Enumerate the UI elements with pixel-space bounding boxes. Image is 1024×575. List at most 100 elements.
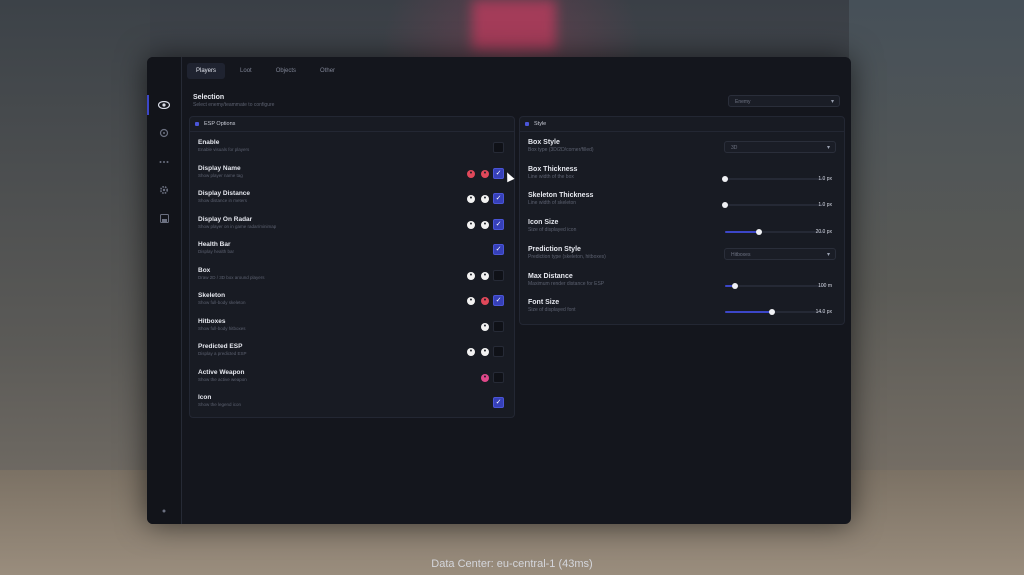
esp-option-checkbox[interactable] xyxy=(493,371,504,383)
data-center-status: Data Center: eu-central-1 (43ms) xyxy=(431,558,593,570)
style-title: Style xyxy=(534,121,547,127)
box-thickness-title: Box Thickness xyxy=(528,166,578,173)
selection-dropdown-value: Enemy xyxy=(735,99,751,105)
tab-other[interactable]: Other xyxy=(311,63,344,79)
esp-option-checkbox[interactable]: ✓ xyxy=(493,193,504,204)
color-palette-icon[interactable]: • xyxy=(481,373,489,382)
style-header: Style xyxy=(520,117,844,132)
color-palette-icon[interactable]: • xyxy=(467,271,475,280)
sidebar-active-indicator xyxy=(147,95,149,115)
selection-title: Selection xyxy=(193,94,225,101)
selection-header: Selection Select enemy/teammate to confi… xyxy=(193,94,274,108)
esp-option-row: Display On Radar Show player on in game r… xyxy=(198,216,506,240)
max-distance-slider[interactable] xyxy=(725,283,825,289)
esp-option-row: Hitboxes Show full-body hitboxes • xyxy=(198,318,506,342)
esp-option-row: Active Weapon Show the active weapon • xyxy=(198,369,506,393)
esp-options-title: ESP Options xyxy=(204,121,236,127)
color-palette-icon[interactable]: • xyxy=(481,169,489,178)
esp-options-header: ESP Options xyxy=(190,117,514,132)
sidebar xyxy=(147,57,182,524)
chevron-down-icon: ▾ xyxy=(830,99,834,105)
esp-option-checkbox[interactable] xyxy=(493,142,504,153)
esp-option-title: Skeleton xyxy=(198,292,226,299)
color-palette-icon[interactable]: • xyxy=(481,271,489,280)
prediction-style-row: Prediction Style Prediction type (skelet… xyxy=(528,246,836,272)
esp-option-subtitle: Show player on in game radar/minimap xyxy=(198,223,277,229)
style-panel: Style Box Style Box type (3D/2D/corner/f… xyxy=(519,116,845,325)
color-palette-icon[interactable]: • xyxy=(467,169,475,178)
selection-subtitle: Select enemy/teammate to configure xyxy=(193,102,275,108)
icon-size-row: Icon Size Size of displayed icon 20.0 px xyxy=(528,219,836,245)
esp-option-subtitle: Enable visuals for players xyxy=(198,147,250,152)
esp-option-subtitle: Show full-body skeleton xyxy=(198,300,246,305)
skeleton-thickness-slider[interactable] xyxy=(722,202,825,208)
background-sign xyxy=(472,0,556,50)
chevron-down-icon: ▾ xyxy=(826,252,830,258)
esp-option-checkbox[interactable] xyxy=(493,346,504,357)
color-palette-icon[interactable]: • xyxy=(481,220,489,229)
more-icon[interactable] xyxy=(155,153,173,171)
prediction-style-dropdown[interactable]: Hitboxes ▾ xyxy=(724,248,836,260)
esp-option-checkbox[interactable]: ✓ xyxy=(493,397,504,408)
box-style-value: 3D xyxy=(731,145,738,151)
max-distance-value: 100 m xyxy=(818,283,832,289)
color-palette-icon[interactable]: • xyxy=(481,297,489,305)
esp-option-subtitle: Show the legend icon xyxy=(198,402,242,407)
esp-options-panel: ESP Options Enable Enable visuals for pla… xyxy=(189,116,515,418)
color-palette-icon[interactable]: • xyxy=(481,348,489,356)
esp-option-title: Icon xyxy=(198,394,212,401)
esp-option-subtitle: Display health bar xyxy=(198,249,235,254)
font-size-title: Font Size xyxy=(528,299,560,306)
slider-knob[interactable] xyxy=(756,229,762,235)
esp-option-title: Display Name xyxy=(198,164,241,172)
tab-loot[interactable]: Loot xyxy=(231,63,261,79)
color-palette-icon[interactable]: • xyxy=(467,348,475,356)
icon-size-title: Icon Size xyxy=(528,219,559,226)
eye-icon[interactable] xyxy=(155,96,173,114)
tab-objects[interactable]: Objects xyxy=(267,63,305,79)
color-palette-icon[interactable]: • xyxy=(467,297,475,305)
esp-option-title: Hitboxes xyxy=(198,317,226,325)
slider-knob[interactable] xyxy=(722,176,728,182)
save-icon[interactable] xyxy=(155,209,173,227)
esp-option-checkbox[interactable]: ✓ xyxy=(493,295,504,306)
color-palette-icon[interactable]: • xyxy=(467,220,475,229)
max-distance-row: Max Distance Maximum render distance for… xyxy=(528,273,836,299)
esp-option-checkbox[interactable]: ✓ xyxy=(493,167,504,179)
esp-option-subtitle: Show distance in meters xyxy=(198,198,248,203)
box-thickness-slider[interactable] xyxy=(722,176,825,182)
font-size-slider[interactable] xyxy=(725,309,825,315)
esp-option-checkbox[interactable]: ✓ xyxy=(493,244,504,255)
icon-size-slider[interactable] xyxy=(725,229,825,235)
box-thickness-value: 1.0 px xyxy=(818,176,832,182)
selection-dropdown[interactable]: Enemy ▾ xyxy=(728,95,840,107)
prediction-style-value: Hitboxes xyxy=(731,252,751,258)
tab-players[interactable]: Players xyxy=(187,63,226,79)
color-palette-icon[interactable]: • xyxy=(481,195,489,203)
esp-option-title: Box xyxy=(198,266,211,274)
esp-option-checkbox[interactable] xyxy=(493,269,504,281)
esp-option-subtitle: Show player name tag xyxy=(198,172,243,178)
color-palette-icon[interactable]: • xyxy=(467,195,475,203)
esp-option-row: Enable Enable visuals for players xyxy=(198,139,506,163)
box-style-dropdown[interactable]: 3D ▾ xyxy=(724,141,836,153)
box-style-row: Box Style Box type (3D/2D/corner/filled)… xyxy=(528,139,836,165)
esp-option-checkbox[interactable] xyxy=(493,320,504,332)
color-palette-icon[interactable]: • xyxy=(481,322,489,331)
esp-option-row: Box Draw 2D / 3D box around players • • xyxy=(198,267,506,291)
max-distance-title: Max Distance xyxy=(528,273,573,280)
esp-option-subtitle: Draw 2D / 3D box around players xyxy=(198,274,265,280)
esp-option-row: Skeleton Show full-body skeleton • • ✓ xyxy=(198,292,506,316)
esp-option-checkbox[interactable]: ✓ xyxy=(493,218,504,230)
slider-knob[interactable] xyxy=(722,202,728,208)
icon-size-value: 20.0 px xyxy=(815,229,832,235)
panel-marker-icon xyxy=(195,122,199,126)
esp-option-subtitle: Display a predicted ESP xyxy=(198,351,247,356)
slider-knob[interactable] xyxy=(769,309,775,315)
esp-option-title: Active Weapon xyxy=(198,368,245,376)
skeleton-thickness-title: Skeleton Thickness xyxy=(528,192,594,199)
esp-option-row: Icon Show the legend icon ✓ xyxy=(198,394,506,418)
crosshair-icon[interactable] xyxy=(155,124,173,142)
slider-knob[interactable] xyxy=(732,283,738,289)
gear-icon[interactable] xyxy=(155,181,173,199)
